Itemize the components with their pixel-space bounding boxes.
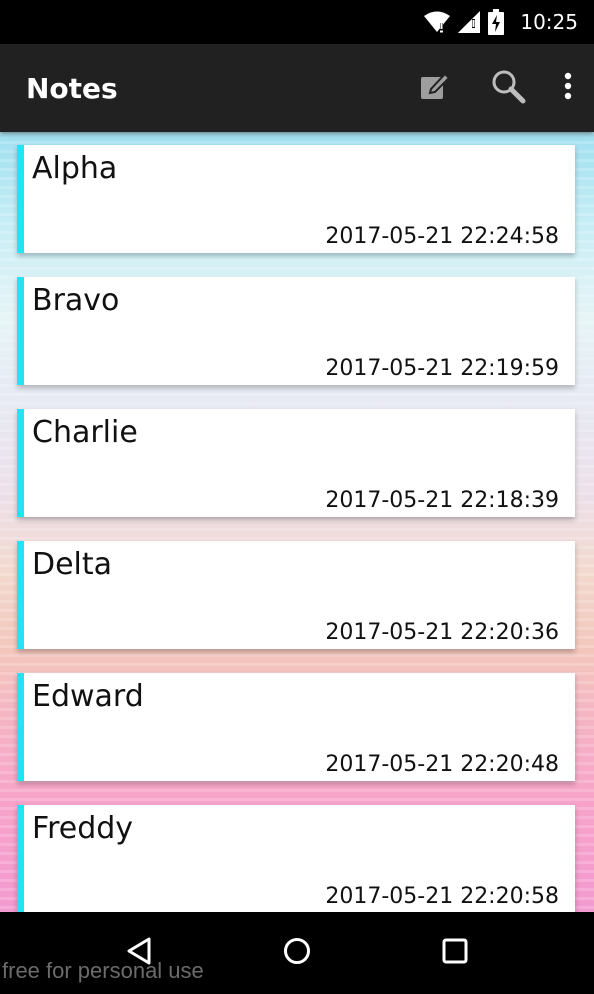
note-accent-bar — [17, 409, 24, 517]
note-title: Freddy — [32, 811, 134, 846]
overflow-menu-button[interactable] — [548, 56, 588, 120]
note-accent-bar — [17, 541, 24, 649]
note-timestamp: 2017-05-21 22:20:58 — [325, 884, 559, 909]
recents-button[interactable] — [425, 923, 485, 983]
note-card-alpha[interactable]: Alpha 2017-05-21 22:24:58 — [17, 145, 575, 253]
app-title: Notes — [26, 71, 118, 105]
note-timestamp: 2017-05-21 22:20:36 — [325, 620, 559, 645]
note-timestamp: 2017-05-21 22:24:58 — [325, 224, 559, 249]
more-vert-icon — [564, 72, 572, 104]
note-card-edward[interactable]: Edward 2017-05-21 22:20:48 — [17, 673, 575, 781]
notes-list-area[interactable]: Alpha 2017-05-21 22:24:58 Bravo 2017-05-… — [0, 132, 594, 912]
edit-note-button[interactable] — [404, 56, 468, 120]
status-time: 10:25 — [520, 10, 578, 34]
search-button[interactable] — [476, 56, 540, 120]
watermark-text: free for personal use — [2, 958, 204, 983]
note-card-delta[interactable]: Delta 2017-05-21 22:20:36 — [17, 541, 575, 649]
search-icon — [490, 68, 526, 108]
note-title: Edward — [32, 679, 144, 714]
battery-charging-icon — [488, 9, 505, 35]
edit-note-icon — [420, 71, 452, 105]
note-timestamp: 2017-05-21 22:19:59 — [325, 356, 559, 381]
note-accent-bar — [17, 805, 24, 912]
signal-icon — [458, 11, 481, 33]
wifi-icon — [424, 11, 451, 33]
note-accent-bar — [17, 277, 24, 385]
status-bar: 10:25 — [0, 0, 594, 44]
note-title: Bravo — [32, 283, 120, 318]
app-actions — [404, 56, 588, 120]
note-accent-bar — [17, 145, 24, 253]
note-card-freddy[interactable]: Freddy 2017-05-21 22:20:58 — [17, 805, 575, 912]
home-icon — [283, 937, 311, 969]
system-nav-bar: free for personal use — [0, 912, 594, 994]
note-title: Alpha — [32, 151, 118, 186]
note-title: Charlie — [32, 415, 138, 450]
phone-screen: 10:25 Notes Alpha 2017-05-21 22:24:58 Br… — [0, 0, 594, 994]
note-timestamp: 2017-05-21 22:20:48 — [325, 752, 559, 777]
note-title: Delta — [32, 547, 113, 582]
app-bar: Notes — [0, 44, 594, 132]
note-card-charlie[interactable]: Charlie 2017-05-21 22:18:39 — [17, 409, 575, 517]
note-card-bravo[interactable]: Bravo 2017-05-21 22:19:59 — [17, 277, 575, 385]
home-button[interactable] — [267, 923, 327, 983]
note-timestamp: 2017-05-21 22:18:39 — [325, 488, 559, 513]
recents-icon — [442, 938, 468, 968]
note-accent-bar — [17, 673, 24, 781]
